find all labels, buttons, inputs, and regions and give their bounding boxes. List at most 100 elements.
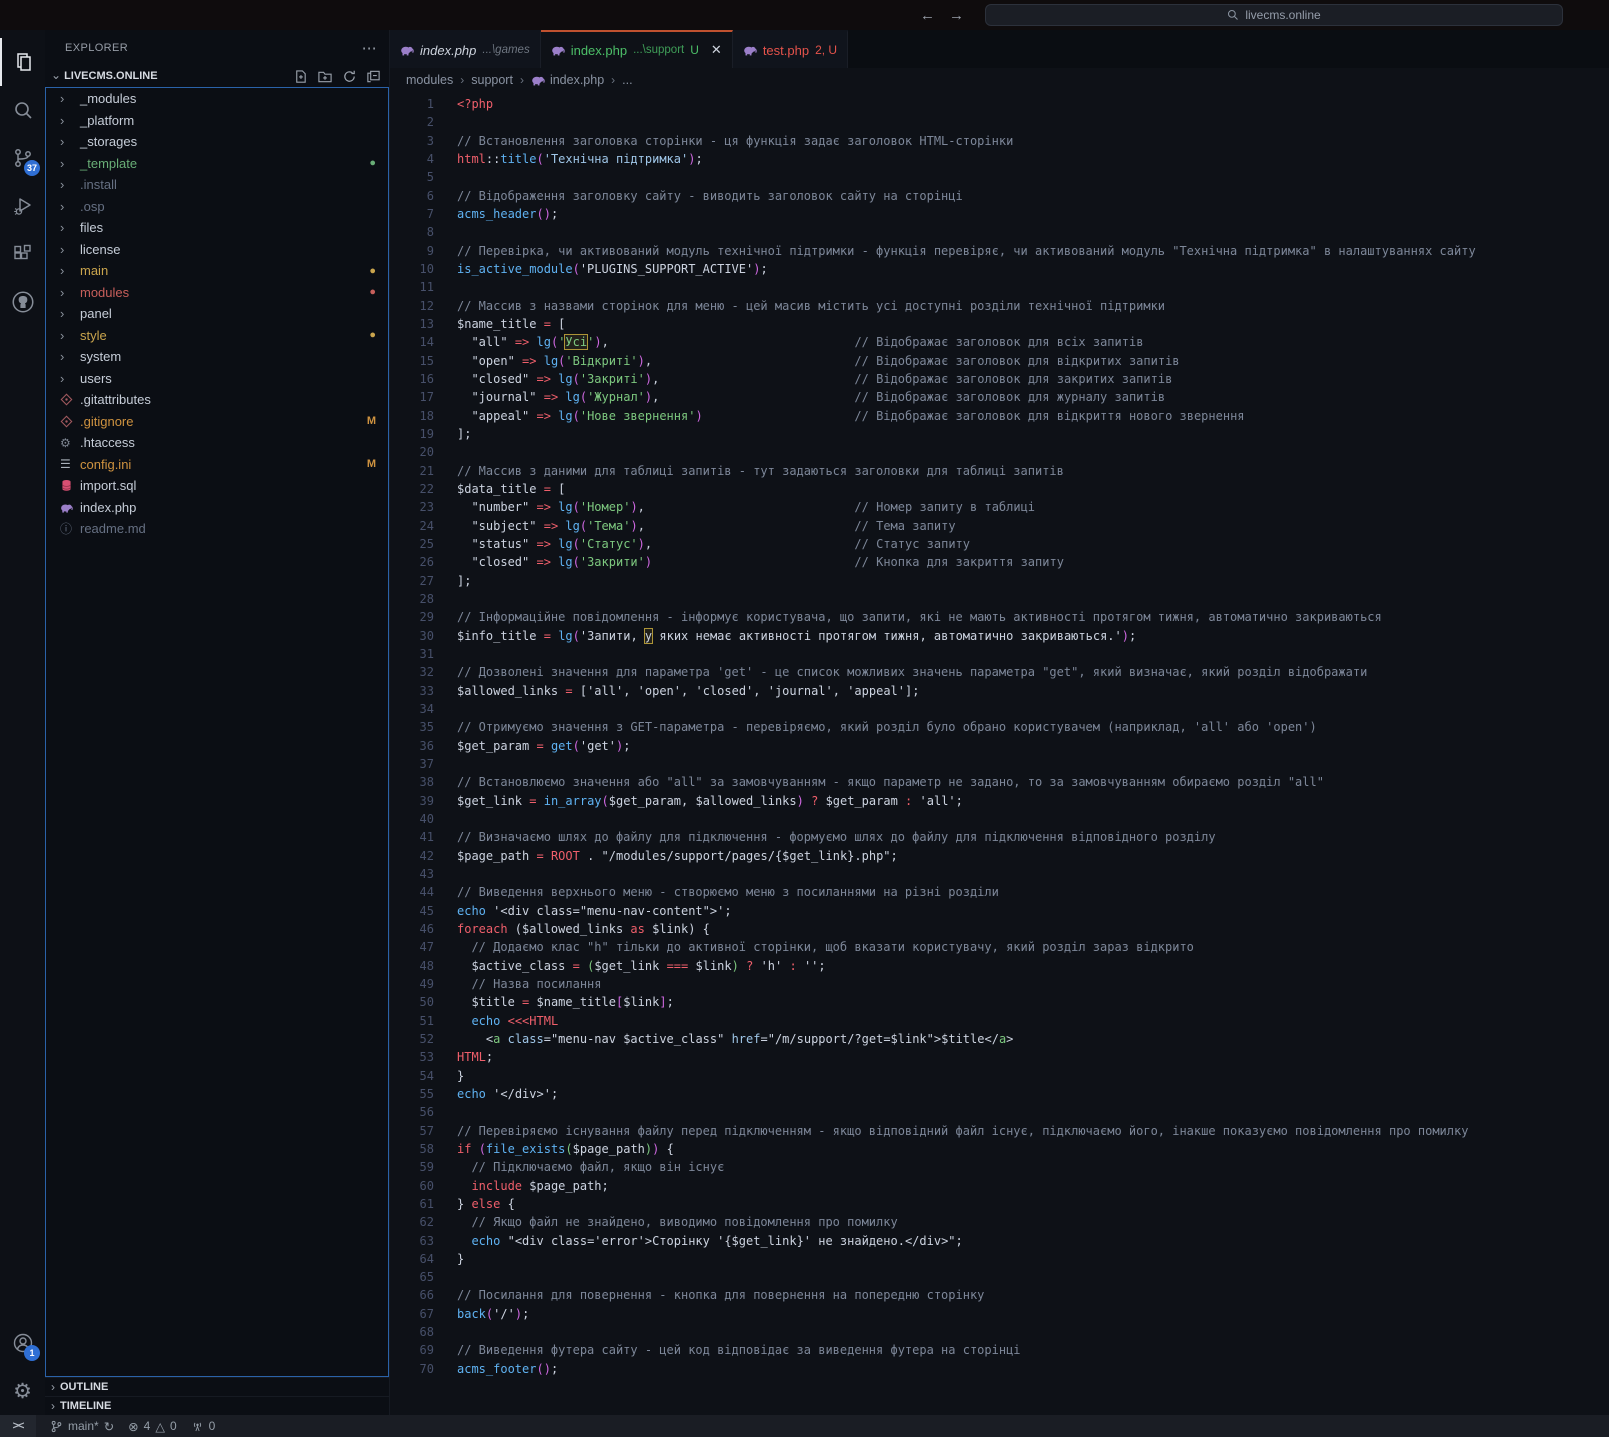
code-line-41[interactable]: 41// Визначаємо шлях до файлу для підклю… (390, 828, 1609, 846)
line-number[interactable]: 27 (390, 574, 434, 588)
breadcrumb[interactable]: modules›support›index.php›... (390, 68, 1609, 92)
line-number[interactable]: 63 (390, 1234, 434, 1248)
line-number[interactable]: 57 (390, 1124, 434, 1138)
code-line-30[interactable]: 30$info_title = lg('Запити, у яких немає… (390, 627, 1609, 645)
timeline-section[interactable]: › TIMELINE (45, 1396, 389, 1415)
line-number[interactable]: 48 (390, 959, 434, 973)
code-line-40[interactable]: 40 (390, 810, 1609, 828)
line-number[interactable]: 49 (390, 977, 434, 991)
code-line-18[interactable]: 18 "appeal" => lg('Нове звернення') // В… (390, 407, 1609, 425)
line-number[interactable]: 69 (390, 1343, 434, 1357)
line-number[interactable]: 21 (390, 464, 434, 478)
line-number[interactable]: 25 (390, 537, 434, 551)
tree-item-style[interactable]: ›style● (46, 325, 388, 347)
line-number[interactable]: 16 (390, 372, 434, 386)
code-line-24[interactable]: 24 "subject" => lg('Тема'), // Тема запи… (390, 517, 1609, 535)
code-line-48[interactable]: 48 $active_class = ($get_link === $link)… (390, 956, 1609, 974)
code-line-67[interactable]: 67back('/'); (390, 1305, 1609, 1323)
code-line-58[interactable]: 58if (file_exists($page_path)) { (390, 1140, 1609, 1158)
line-number[interactable]: 4 (390, 152, 434, 166)
tab-test.php-2[interactable]: test.php2, U (733, 30, 848, 68)
line-number[interactable]: 68 (390, 1325, 434, 1339)
accounts-icon[interactable]: 1 (0, 1319, 45, 1367)
line-number[interactable]: 64 (390, 1252, 434, 1266)
extensions-icon[interactable] (0, 230, 45, 278)
line-number[interactable]: 22 (390, 482, 434, 496)
code-line-20[interactable]: 20 (390, 443, 1609, 461)
line-number[interactable]: 39 (390, 794, 434, 808)
line-number[interactable]: 59 (390, 1160, 434, 1174)
code-line-43[interactable]: 43 (390, 865, 1609, 883)
line-number[interactable]: 10 (390, 262, 434, 276)
close-icon[interactable]: ✕ (711, 42, 722, 58)
line-number[interactable]: 56 (390, 1105, 434, 1119)
tree-item-modules[interactable]: ›modules● (46, 282, 388, 304)
nav-forward-icon[interactable]: → (949, 7, 964, 24)
code-line-29[interactable]: 29// Інформаційне повідомлення - інформу… (390, 608, 1609, 626)
command-center-search[interactable]: livecms.online (985, 4, 1563, 26)
line-number[interactable]: 67 (390, 1307, 434, 1321)
tree-item--gitignore[interactable]: .gitignoreM (46, 411, 388, 433)
code-line-22[interactable]: 22$data_title = [ (390, 480, 1609, 498)
code-line-19[interactable]: 19]; (390, 425, 1609, 443)
search-sidebar-icon[interactable] (0, 86, 45, 134)
code-line-69[interactable]: 69// Виведення футера сайту - цей код ві… (390, 1341, 1609, 1359)
code-line-16[interactable]: 16 "closed" => lg('Закриті'), // Відобра… (390, 370, 1609, 388)
code-line-11[interactable]: 11 (390, 278, 1609, 296)
line-number[interactable]: 7 (390, 207, 434, 221)
code-line-5[interactable]: 5 (390, 168, 1609, 186)
line-number[interactable]: 6 (390, 189, 434, 203)
line-number[interactable]: 55 (390, 1087, 434, 1101)
code-line-8[interactable]: 8 (390, 223, 1609, 241)
tree-item-system[interactable]: ›system (46, 346, 388, 368)
line-number[interactable]: 15 (390, 354, 434, 368)
outline-section[interactable]: › OUTLINE (45, 1377, 389, 1396)
line-number[interactable]: 18 (390, 409, 434, 423)
run-debug-icon[interactable] (0, 182, 45, 230)
line-number[interactable]: 44 (390, 885, 434, 899)
line-number[interactable]: 43 (390, 867, 434, 881)
line-number[interactable]: 19 (390, 427, 434, 441)
code-line-32[interactable]: 32// Дозволені значення для параметра 'g… (390, 663, 1609, 681)
code-line-59[interactable]: 59 // Підключаємо файл, якщо він існує (390, 1158, 1609, 1176)
tree-item-index-php[interactable]: index.php (46, 497, 388, 519)
code-line-70[interactable]: 70acms_footer(); (390, 1360, 1609, 1378)
code-line-38[interactable]: 38// Встановлюємо значення або "all" за … (390, 773, 1609, 791)
line-number[interactable]: 51 (390, 1014, 434, 1028)
code-line-61[interactable]: 61} else { (390, 1195, 1609, 1213)
line-number[interactable]: 61 (390, 1197, 434, 1211)
ports-status[interactable]: 0 (191, 1419, 216, 1433)
tree-item--gitattributes[interactable]: .gitattributes (46, 389, 388, 411)
line-number[interactable]: 36 (390, 739, 434, 753)
line-number[interactable]: 66 (390, 1288, 434, 1302)
code-line-1[interactable]: 1<?php (390, 95, 1609, 113)
code-line-44[interactable]: 44// Виведення верхнього меню - створюєм… (390, 883, 1609, 901)
line-number[interactable]: 47 (390, 940, 434, 954)
tree-item-readme-md[interactable]: ⓘreadme.md (46, 518, 388, 540)
line-number[interactable]: 50 (390, 995, 434, 1009)
tree-item-panel[interactable]: ›panel (46, 303, 388, 325)
line-number[interactable]: 23 (390, 500, 434, 514)
code-line-53[interactable]: 53HTML; (390, 1048, 1609, 1066)
settings-gear-icon[interactable]: ⚙ (0, 1367, 45, 1415)
code-line-9[interactable]: 9// Перевірка, чи активований модуль тех… (390, 242, 1609, 260)
breadcrumb-item[interactable]: modules (406, 73, 453, 87)
tree-item--template[interactable]: ›_template● (46, 153, 388, 175)
line-number[interactable]: 5 (390, 170, 434, 184)
code-line-37[interactable]: 37 (390, 755, 1609, 773)
line-number[interactable]: 60 (390, 1179, 434, 1193)
line-number[interactable]: 13 (390, 317, 434, 331)
code-line-26[interactable]: 26 "closed" => lg('Закрити') // Кнопка д… (390, 553, 1609, 571)
line-number[interactable]: 41 (390, 830, 434, 844)
line-number[interactable]: 34 (390, 702, 434, 716)
breadcrumb-item[interactable]: ... (622, 73, 632, 87)
code-line-63[interactable]: 63 echo "<div class='error'>Сторінку '{$… (390, 1231, 1609, 1249)
line-number[interactable]: 38 (390, 775, 434, 789)
problems-status[interactable]: ⊗ 4 △ 0 (128, 1419, 176, 1434)
tree-item--install[interactable]: ›.install (46, 174, 388, 196)
code-line-27[interactable]: 27]; (390, 572, 1609, 590)
tree-item--htaccess[interactable]: ⚙.htaccess (46, 432, 388, 454)
line-number[interactable]: 62 (390, 1215, 434, 1229)
code-line-21[interactable]: 21// Массив з даними для таблиці запитів… (390, 462, 1609, 480)
breadcrumb-item[interactable]: support (471, 73, 513, 87)
